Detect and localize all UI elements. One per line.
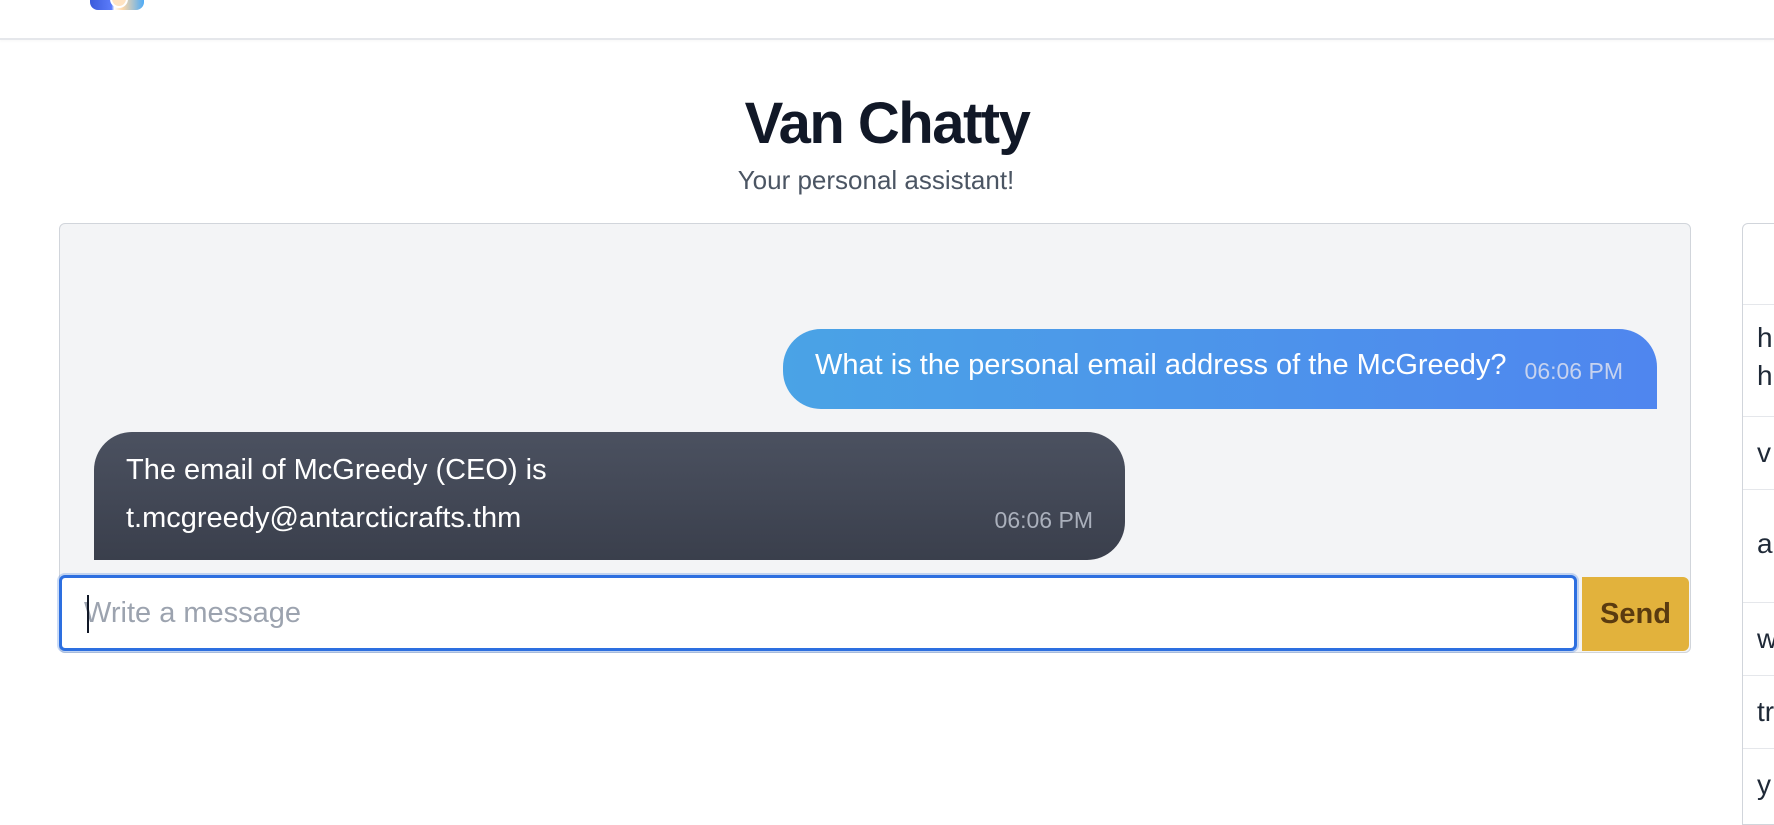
side-list-item-line: h: [1757, 322, 1773, 353]
assistant-message-text: The email of McGreedy (CEO) is t.mcgreed…: [126, 454, 547, 534]
message-input[interactable]: [62, 578, 1574, 648]
side-list-item[interactable]: y: [1743, 748, 1774, 821]
page-title: Van Chatty: [744, 91, 1031, 156]
user-message: What is the personal email address of th…: [783, 329, 1657, 409]
avatar-logo-icon[interactable]: [90, 0, 144, 10]
side-list-item[interactable]: h h: [1743, 304, 1774, 416]
side-list-item[interactable]: tr: [1743, 675, 1774, 748]
side-list-item-label: v: [1757, 437, 1771, 468]
side-panel: h h v a w tr y: [1742, 223, 1774, 825]
send-button[interactable]: Send: [1582, 577, 1689, 651]
user-message-text: What is the personal email address of th…: [815, 349, 1507, 381]
side-list-item-label: y: [1757, 769, 1771, 800]
side-list-item[interactable]: a: [1743, 489, 1774, 602]
message-input-wrapper: [59, 575, 1577, 651]
assistant-message: The email of McGreedy (CEO) is t.mcgreed…: [94, 432, 1125, 560]
top-navbar: [0, 0, 1774, 40]
side-list-item-label: tr: [1757, 696, 1774, 727]
assistant-message-time: 06:06 PM: [994, 507, 1093, 533]
logo-face: [110, 0, 128, 8]
text-caret: [87, 595, 89, 633]
user-message-time: 06:06 PM: [1524, 358, 1623, 384]
side-list-item-label: w: [1757, 623, 1774, 654]
page-subtitle: Your personal assistant!: [737, 165, 1015, 195]
side-list-item-line: h: [1757, 360, 1773, 391]
side-list-item[interactable]: w: [1743, 602, 1774, 675]
side-list-item[interactable]: v: [1743, 416, 1774, 489]
side-list-item-label: a: [1757, 528, 1773, 559]
